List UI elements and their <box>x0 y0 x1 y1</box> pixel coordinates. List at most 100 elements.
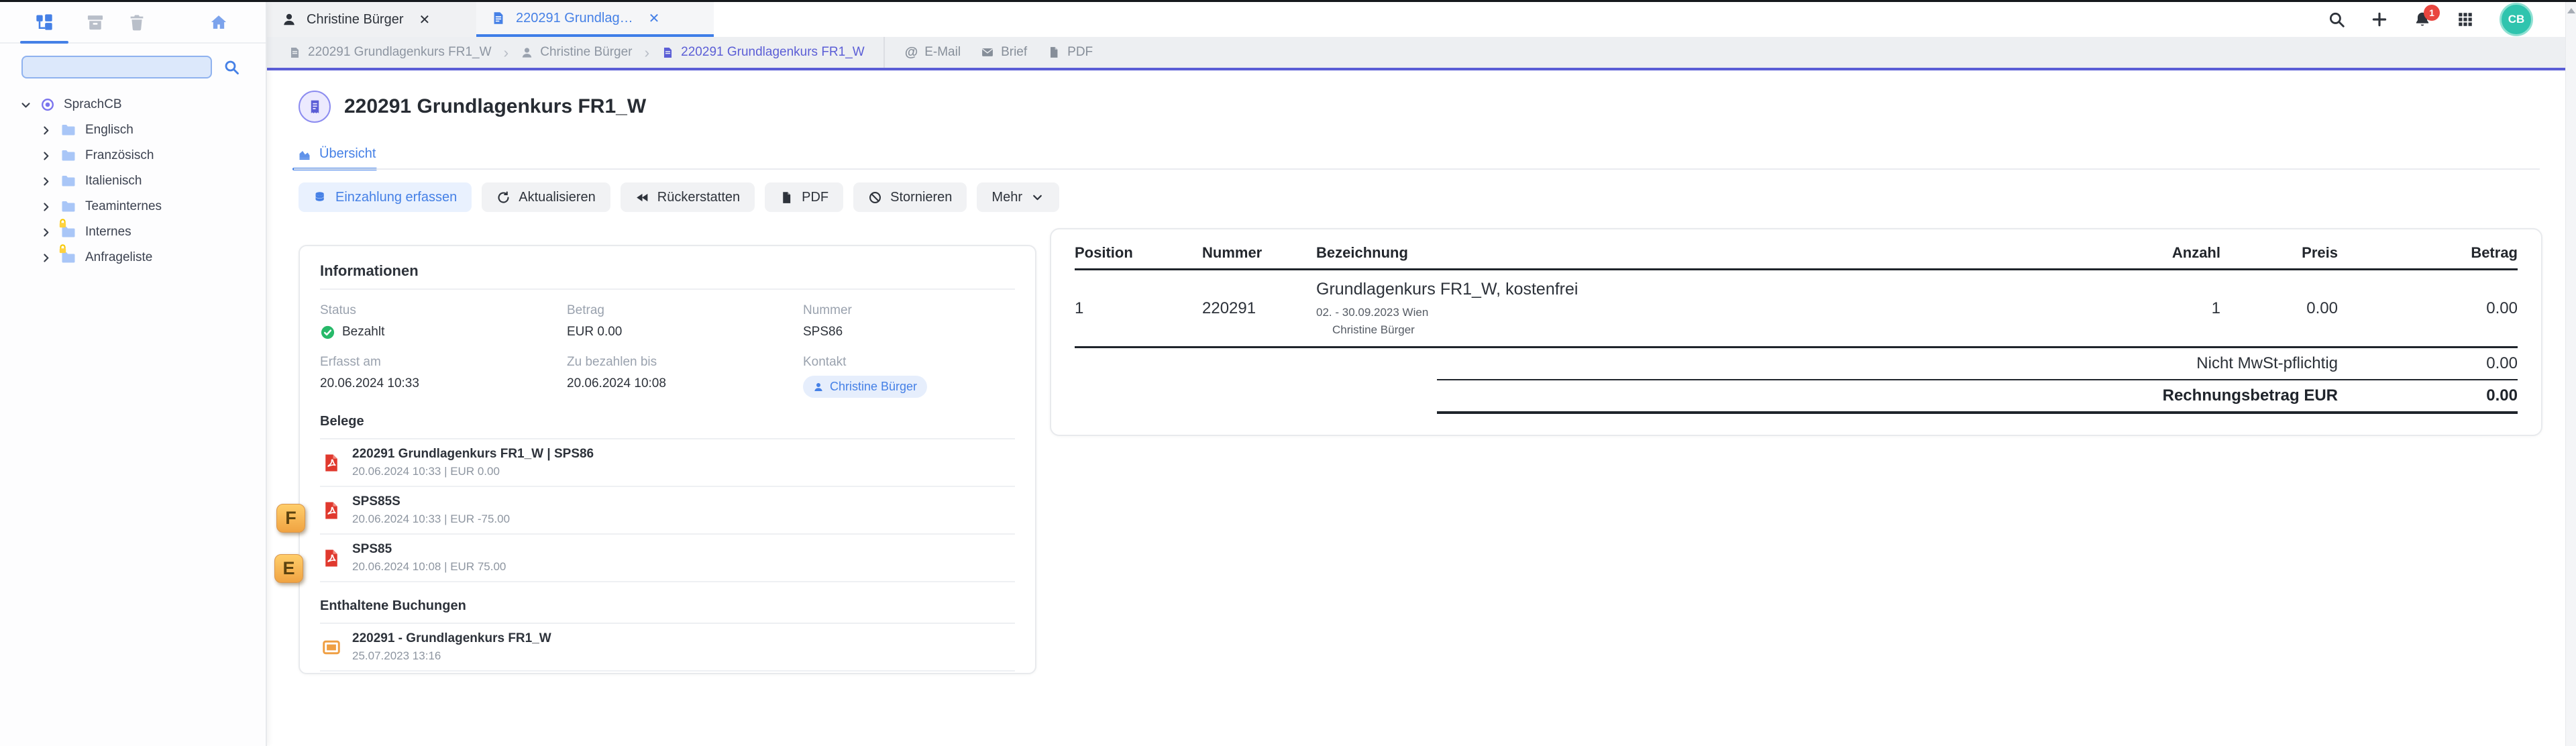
close-icon[interactable]: ✕ <box>419 11 431 28</box>
pdf-file-icon <box>321 453 341 473</box>
chevron-right-icon[interactable] <box>40 150 52 162</box>
rueckerstatten-button[interactable]: Rückerstatten <box>621 182 755 212</box>
scroll-up-arrow-icon[interactable] <box>2567 8 2575 13</box>
breadcrumb-item-current[interactable]: 220291 Grundlagenkurs FR1_W <box>661 45 865 60</box>
document-icon <box>661 46 674 59</box>
buchungen-heading: Enthaltene Buchungen <box>320 598 1015 614</box>
column-header-position: Position <box>1075 244 1202 262</box>
action-label: PDF <box>1067 45 1093 60</box>
chevron-right-icon[interactable] <box>40 252 52 264</box>
hint-marker-e[interactable]: E <box>274 554 303 583</box>
scrollbar[interactable] <box>2565 2 2576 746</box>
page-title: 220291 Grundlagenkurs FR1_W <box>344 95 646 118</box>
field-label: Betrag <box>567 303 803 318</box>
beleg-item[interactable]: 220291 Grundlagenkurs FR1_W | SPS86 20.0… <box>320 439 1015 487</box>
chevron-separator-icon: › <box>504 45 509 60</box>
tree-view-icon[interactable] <box>35 13 54 32</box>
tree-item-teaminternes[interactable]: Teaminternes <box>0 194 266 219</box>
pdf-button[interactable]: PDF <box>765 182 843 212</box>
tree-item-label: Französisch <box>85 148 154 163</box>
summary-value: 0.00 <box>2338 386 2518 405</box>
summary-label: Rechnungsbetrag EUR <box>1075 386 2338 405</box>
brief-action[interactable]: Brief <box>981 45 1027 60</box>
tree-item-internes[interactable]: Internes <box>0 219 266 245</box>
pdf-file-icon <box>321 500 341 521</box>
email-action[interactable]: @ E-Mail <box>905 45 961 60</box>
tree-item-italienisch[interactable]: Italienisch <box>0 168 266 194</box>
sidebar-search-input[interactable] <box>21 56 212 78</box>
lock-icon <box>58 244 68 254</box>
tree-item-anfrageliste[interactable]: Anfrageliste <box>0 245 266 270</box>
archive-icon[interactable] <box>86 13 105 32</box>
search-icon[interactable] <box>2328 11 2345 28</box>
field-label: Kontakt <box>803 355 1015 370</box>
stornieren-button[interactable]: Mehr Stornieren <box>853 182 967 212</box>
tree-item-label: Italienisch <box>85 174 142 189</box>
chevron-down-icon <box>1030 191 1044 205</box>
topbar-actions: 1 CB <box>2328 2 2533 37</box>
kontakt-chip[interactable]: Christine Bürger <box>803 376 927 398</box>
tree-item-englisch[interactable]: Englisch <box>0 117 266 143</box>
cell-bezeichnung: Grundlagenkurs FR1_W, kostenfrei 02. - 3… <box>1316 280 2080 337</box>
beleg-item[interactable]: SPS85S 20.06.2024 10:33 | EUR -75.00 <box>320 487 1015 535</box>
chevron-right-icon[interactable] <box>40 227 52 238</box>
beleg-title: SPS85 <box>352 542 506 557</box>
tab-label: Übersicht <box>319 146 376 162</box>
tabs-baseline <box>294 168 2540 170</box>
aktualisieren-button[interactable]: Aktualisieren <box>482 182 610 212</box>
breadcrumb-item-kurs[interactable]: 220291 Grundlagenkurs FR1_W <box>288 45 492 60</box>
at-icon: @ <box>905 46 918 59</box>
cell-preis: 0.00 <box>2220 299 2338 318</box>
notifications-bell-icon[interactable]: 1 <box>2414 11 2431 28</box>
mehr-button[interactable]: Mehr <box>977 182 1059 212</box>
chevron-right-icon[interactable] <box>40 176 52 187</box>
app-window: SprachCB Englisch Französisch Italienisc… <box>0 0 2576 746</box>
home-icon[interactable] <box>209 13 228 32</box>
sidebar-toolbar <box>0 2 266 44</box>
tree-item-sprachcb[interactable]: SprachCB <box>0 92 266 117</box>
tree-item-franzoesisch[interactable]: Französisch <box>0 143 266 168</box>
tab-christine-buerger[interactable]: Christine Bürger ✕ <box>267 2 476 37</box>
informationen-card: Informationen Status Bezahlt Betrag EUR … <box>299 245 1036 674</box>
tab-220291-grundlagenkurs[interactable]: 220291 Grundlag… ✕ <box>476 2 714 37</box>
chevron-down-icon[interactable] <box>20 99 32 111</box>
field-kontakt: Kontakt Christine Bürger <box>803 355 1015 398</box>
beleg-meta: 20.06.2024 10:33 | EUR 0.00 <box>352 465 594 478</box>
sidebar: SprachCB Englisch Französisch Italienisc… <box>0 2 267 746</box>
tree-item-label: Englisch <box>85 123 133 138</box>
field-zu-bezahlen-bis: Zu bezahlen bis 20.06.2024 10:08 <box>567 355 803 398</box>
chevron-right-icon[interactable] <box>40 201 52 213</box>
tab-label: 220291 Grundlag… <box>516 11 633 26</box>
notification-badge: 1 <box>2424 5 2440 21</box>
bezeichnung-title: Grundlagenkurs FR1_W, kostenfrei <box>1316 280 2080 299</box>
belege-heading: Belege <box>320 414 1015 429</box>
breadcrumb-label: Christine Bürger <box>540 45 632 60</box>
table-row: 1 220291 Grundlagenkurs FR1_W, kostenfre… <box>1075 270 2518 348</box>
breadcrumb-item-kontakt[interactable]: Christine Bürger <box>521 45 632 60</box>
field-erfasst-am: Erfasst am 20.06.2024 10:33 <box>320 355 567 398</box>
plus-icon[interactable] <box>2371 11 2388 28</box>
hint-marker-f[interactable]: F <box>276 504 305 533</box>
einzahlung-erfassen-button[interactable]: Einzahlung erfassen <box>299 182 472 212</box>
close-icon[interactable]: ✕ <box>649 10 660 27</box>
bezeichnung-teilnehmer: Christine Bürger <box>1316 323 2080 337</box>
button-label: Mehr <box>991 190 1022 205</box>
beleg-item[interactable]: SPS85 20.06.2024 10:08 | EUR 75.00 <box>320 535 1015 582</box>
ban-icon <box>868 191 882 205</box>
apps-grid-icon[interactable] <box>2457 11 2474 28</box>
chevron-separator-icon: › <box>645 45 650 60</box>
invoice-icon <box>299 91 331 123</box>
sidebar-search <box>0 56 266 80</box>
search-icon[interactable] <box>223 59 239 75</box>
chevron-right-icon[interactable] <box>40 125 52 136</box>
tab-uebersicht[interactable]: Übersicht <box>298 146 376 162</box>
avatar[interactable]: CB <box>2500 3 2533 36</box>
locked-folder-icon <box>60 250 76 265</box>
breadcrumb-label: 220291 Grundlagenkurs FR1_W <box>681 45 865 60</box>
pdf-action[interactable]: PDF <box>1047 45 1093 60</box>
buchung-item[interactable]: 220291 - Grundlagenkurs FR1_W 25.07.2023… <box>320 624 1015 672</box>
trash-icon[interactable] <box>127 13 146 32</box>
table-header-row: Position Nummer Bezeichnung Anzahl Preis… <box>1075 237 2518 270</box>
person-icon <box>282 12 297 27</box>
field-value: Bezahlt <box>342 325 384 339</box>
